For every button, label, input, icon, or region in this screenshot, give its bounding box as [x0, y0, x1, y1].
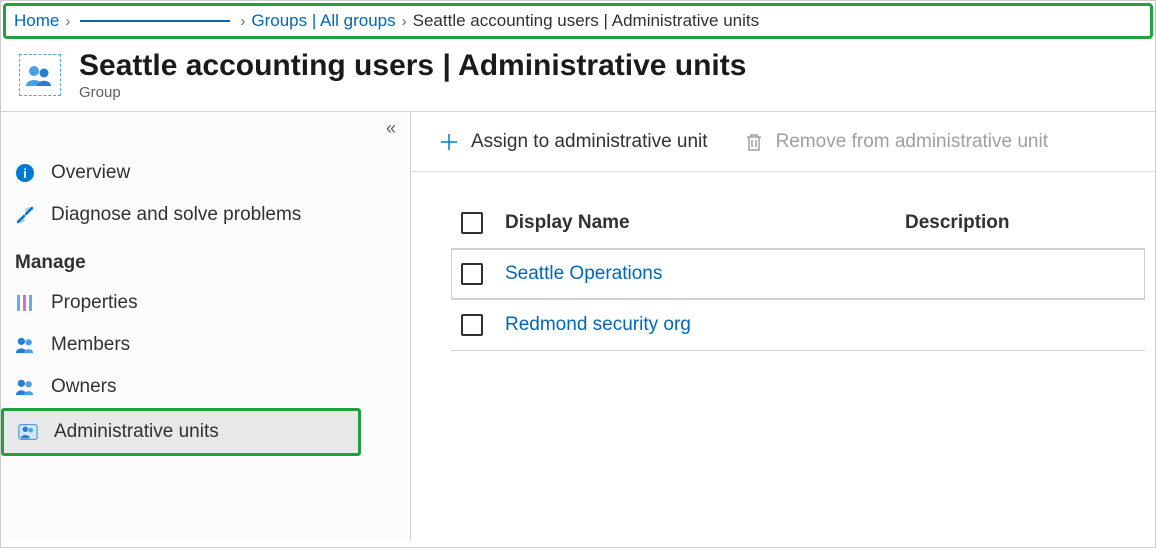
table-row[interactable]: Seattle Operations — [451, 248, 1145, 299]
page-header: Seattle accounting users | Administrativ… — [1, 41, 1155, 111]
page-subtitle: Group — [79, 84, 746, 101]
sidebar-item-label: Members — [51, 334, 130, 356]
sidebar-item-label: Properties — [51, 292, 138, 314]
admin-unit-link[interactable]: Seattle Operations — [505, 263, 662, 284]
toolbar: Assign to administrative unit Remove fro… — [411, 112, 1155, 172]
sidebar: « i Overview Diagnose and solve problems… — [1, 112, 411, 541]
page-title: Seattle accounting users | Administrativ… — [79, 49, 746, 82]
sidebar-item-diagnose[interactable]: Diagnose and solve problems — [1, 194, 410, 236]
owners-icon — [15, 377, 35, 397]
remove-from-admin-unit-button: Remove from administrative unit — [744, 131, 1048, 153]
info-icon: i — [15, 163, 35, 183]
breadcrumb: Home › › Groups | All groups › Seattle a… — [3, 3, 1153, 39]
sliders-icon — [15, 293, 35, 313]
col-display-name[interactable]: Display Name — [505, 212, 905, 234]
chevron-right-icon: › — [402, 13, 407, 30]
table-header: Display Name Description — [451, 212, 1145, 248]
sidebar-item-properties[interactable]: Properties — [1, 282, 410, 324]
plus-icon — [439, 132, 459, 152]
assign-label: Assign to administrative unit — [471, 131, 708, 153]
admin-units-table: Display Name Description Seattle Operati… — [411, 172, 1155, 351]
assign-to-admin-unit-button[interactable]: Assign to administrative unit — [439, 131, 708, 153]
breadcrumb-current: Seattle accounting users | Administrativ… — [413, 11, 759, 31]
trash-icon — [744, 132, 764, 152]
remove-label: Remove from administrative unit — [776, 131, 1048, 153]
svg-text:i: i — [23, 166, 27, 181]
col-description[interactable]: Description — [905, 212, 1135, 234]
members-icon — [15, 335, 35, 355]
sidebar-item-label: Administrative units — [54, 421, 219, 443]
table-row[interactable]: Redmond security org — [451, 299, 1145, 351]
row-checkbox[interactable] — [461, 263, 483, 285]
select-all-checkbox[interactable] — [461, 212, 483, 234]
sidebar-item-label: Owners — [51, 376, 116, 398]
sidebar-section-manage: Manage — [1, 236, 410, 282]
breadcrumb-groups[interactable]: Groups | All groups — [251, 11, 395, 31]
sidebar-item-members[interactable]: Members — [1, 324, 410, 366]
chevron-right-icon: › — [65, 13, 70, 30]
sidebar-item-label: Overview — [51, 162, 130, 184]
sidebar-item-owners[interactable]: Owners — [1, 366, 410, 408]
admin-unit-link[interactable]: Redmond security org — [505, 314, 691, 335]
wrench-icon — [15, 205, 35, 225]
breadcrumb-home[interactable]: Home — [14, 11, 59, 31]
sidebar-item-overview[interactable]: i Overview — [1, 152, 410, 194]
group-icon — [19, 54, 61, 96]
chevron-right-icon: › — [240, 13, 245, 30]
admin-units-icon — [18, 422, 38, 442]
collapse-sidebar-icon[interactable]: « — [386, 118, 396, 139]
main-content: Assign to administrative unit Remove fro… — [411, 112, 1155, 541]
sidebar-item-administrative-units[interactable]: Administrative units — [1, 408, 361, 456]
sidebar-item-label: Diagnose and solve problems — [51, 204, 301, 226]
breadcrumb-redacted[interactable] — [80, 20, 230, 22]
row-checkbox[interactable] — [461, 314, 483, 336]
